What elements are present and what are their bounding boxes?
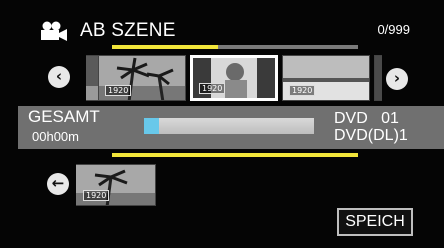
selected-scene-thumbnail[interactable]: 1920 — [190, 55, 278, 101]
resolution-badge: 1920 — [105, 85, 132, 96]
scene-thumbnail[interactable]: 1920 — [98, 55, 186, 101]
total-label: GESAMT — [28, 107, 100, 126]
scene-thumbnail-strip[interactable]: 1920 1920 1920 — [86, 55, 382, 101]
disc-capacity-fill — [144, 118, 160, 134]
total-duration: 00h00m — [32, 129, 79, 144]
back-arrow-icon: ← — [51, 174, 65, 192]
save-button[interactable]: SPEICH — [337, 208, 413, 236]
scene-thumbnail[interactable] — [374, 55, 382, 101]
resolution-badge: 1920 — [289, 85, 316, 96]
chevron-left-icon: ‹ — [55, 67, 63, 85]
selected-scenes-strip[interactable]: 1920 — [76, 164, 156, 206]
back-button[interactable]: ← — [47, 173, 69, 195]
chevron-right-icon: › — [393, 69, 401, 87]
shore-thumbnail-image — [375, 56, 382, 100]
dvd-count: DVD 01 — [334, 110, 399, 127]
upper-progress-fill — [112, 45, 218, 49]
upper-progress-line — [112, 45, 358, 49]
selection-divider-line — [112, 153, 358, 157]
disc-capacity-bar — [144, 118, 314, 134]
resolution-badge: 1920 — [199, 83, 226, 94]
dvd-dl-count: DVD(DL)1 — [334, 127, 408, 144]
resolution-badge: 1920 — [83, 190, 110, 201]
scene-thumbnail[interactable]: 1920 — [282, 55, 370, 101]
selected-scene-item[interactable]: 1920 — [76, 164, 156, 206]
page-title: AB SZENE — [80, 20, 176, 41]
movie-camera-icon — [41, 21, 67, 41]
next-scene-button[interactable]: › — [386, 68, 408, 90]
prev-scene-button[interactable]: ‹ — [48, 66, 70, 88]
scene-counter: 0/999 — [377, 22, 410, 37]
